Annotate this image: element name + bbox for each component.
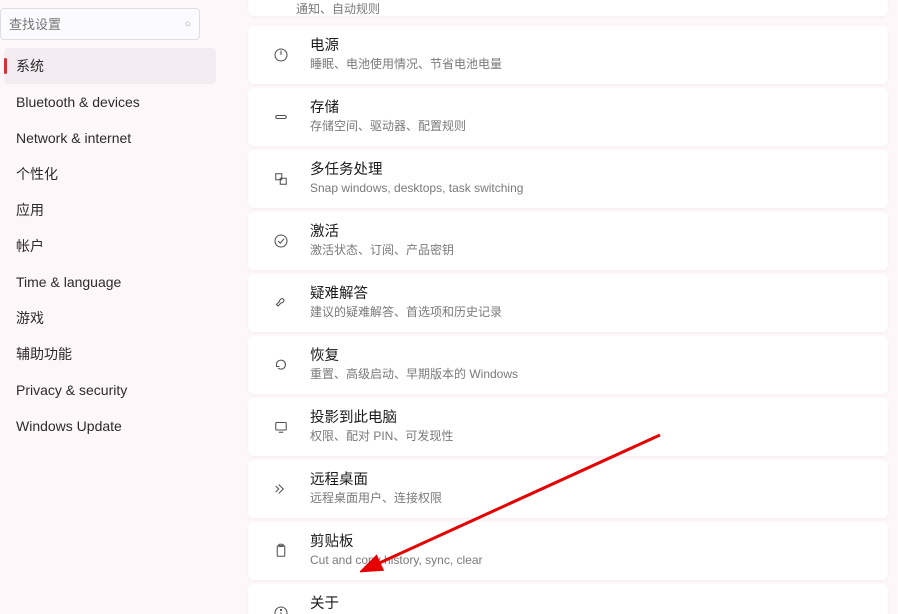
sidebar-item-label: Time & language — [16, 274, 121, 290]
activation-icon — [264, 232, 298, 250]
settings-row-desc: 睡眠、电池使用情况、节省电池电量 — [310, 57, 872, 73]
settings-row-remote[interactable]: 远程桌面 远程桌面用户、连接权限 — [248, 460, 888, 518]
remote-icon — [264, 480, 298, 498]
settings-row-about[interactable]: 关于 设备规格、重命名电脑、Windows 规格 — [248, 584, 888, 614]
sidebar-item-accounts[interactable]: 帐户 — [4, 228, 216, 264]
settings-row-desc: 远程桌面用户、连接权限 — [310, 491, 872, 507]
settings-row-recovery[interactable]: 恢复 重置、高级启动、早期版本的 Windows — [248, 336, 888, 394]
clipboard-icon — [264, 542, 298, 560]
sidebar-item-label: Network & internet — [16, 130, 131, 146]
settings-row-title: 投影到此电脑 — [310, 409, 872, 428]
settings-row-title: 剪贴板 — [310, 533, 872, 552]
settings-row-title: 关于 — [310, 595, 872, 614]
settings-row-troubleshoot[interactable]: 疑难解答 建议的疑难解答、首选项和历史记录 — [248, 274, 888, 332]
sidebar-item-label: Windows Update — [16, 418, 122, 434]
settings-row-desc: 激活状态、订阅、产品密钥 — [310, 243, 872, 259]
sidebar-item-label: 游戏 — [16, 308, 44, 328]
sidebar-item-label: Bluetooth & devices — [16, 94, 140, 110]
settings-row-desc: 建议的疑难解答、首选项和历史记录 — [310, 305, 872, 321]
settings-row-title: 多任务处理 — [310, 161, 872, 180]
settings-row-clipboard[interactable]: 剪贴板 Cut and copy history, sync, clear — [248, 522, 888, 580]
settings-row-title: 远程桌面 — [310, 471, 872, 490]
settings-row-multitask[interactable]: 多任务处理 Snap windows, desktops, task switc… — [248, 150, 888, 208]
settings-row-desc: Snap windows, desktops, task switching — [310, 181, 872, 197]
sidebar-item-label: 应用 — [16, 200, 44, 220]
settings-row-desc: Cut and copy history, sync, clear — [310, 553, 872, 569]
sidebar-item-system[interactable]: 系统 — [4, 48, 216, 84]
settings-row-partial[interactable]: 通知、自动规则 — [248, 0, 888, 16]
sidebar-item-label: 系统 — [16, 56, 44, 76]
settings-row-activation[interactable]: 激活 激活状态、订阅、产品密钥 — [248, 212, 888, 270]
search-box[interactable] — [0, 8, 200, 40]
sidebar-item-privacy[interactable]: Privacy & security — [4, 372, 216, 408]
sidebar-item-apps[interactable]: 应用 — [4, 192, 216, 228]
settings-row-title: 疑难解答 — [310, 285, 872, 304]
search-container — [0, 8, 220, 48]
sidebar-item-bluetooth[interactable]: Bluetooth & devices — [4, 84, 216, 120]
settings-row-title: 存储 — [310, 99, 872, 118]
sidebar-item-accessibility[interactable]: 辅助功能 — [4, 336, 216, 372]
project-icon — [264, 418, 298, 436]
sidebar-item-label: Privacy & security — [16, 382, 127, 398]
settings-row-desc: 存储空间、驱动器、配置规则 — [310, 119, 872, 135]
settings-row-title: 恢复 — [310, 347, 872, 366]
recovery-icon — [264, 356, 298, 374]
sidebar-item-windows-update[interactable]: Windows Update — [4, 408, 216, 444]
search-input[interactable] — [9, 17, 185, 32]
sidebar: 系统 Bluetooth & devices Network & interne… — [0, 0, 220, 614]
settings-row-title: 激活 — [310, 223, 872, 242]
sidebar-item-personalization[interactable]: 个性化 — [4, 156, 216, 192]
settings-row-desc: 重置、高级启动、早期版本的 Windows — [310, 367, 872, 383]
main-content: 通知、自动规则 电源 睡眠、电池使用情况、节省电池电量 存储 存储空间、驱动器、… — [220, 0, 898, 614]
sidebar-item-gaming[interactable]: 游戏 — [4, 300, 216, 336]
sidebar-item-time-language[interactable]: Time & language — [4, 264, 216, 300]
nav-list: 系统 Bluetooth & devices Network & interne… — [0, 48, 220, 444]
sidebar-item-label: 帐户 — [16, 236, 44, 256]
troubleshoot-icon — [264, 294, 298, 312]
settings-row-desc: 权限、配对 PIN、可发现性 — [310, 429, 872, 445]
multitask-icon — [264, 170, 298, 188]
sidebar-item-network[interactable]: Network & internet — [4, 120, 216, 156]
settings-row-power[interactable]: 电源 睡眠、电池使用情况、节省电池电量 — [248, 26, 888, 84]
power-icon — [264, 46, 298, 64]
search-icon — [185, 17, 191, 31]
settings-row-desc: 通知、自动规则 — [296, 0, 380, 17]
sidebar-item-label: 辅助功能 — [16, 344, 72, 364]
settings-row-project[interactable]: 投影到此电脑 权限、配对 PIN、可发现性 — [248, 398, 888, 456]
sidebar-item-label: 个性化 — [16, 164, 58, 184]
about-icon — [264, 604, 298, 614]
settings-row-storage[interactable]: 存储 存储空间、驱动器、配置规则 — [248, 88, 888, 146]
settings-row-title: 电源 — [310, 37, 872, 56]
storage-icon — [264, 108, 298, 126]
